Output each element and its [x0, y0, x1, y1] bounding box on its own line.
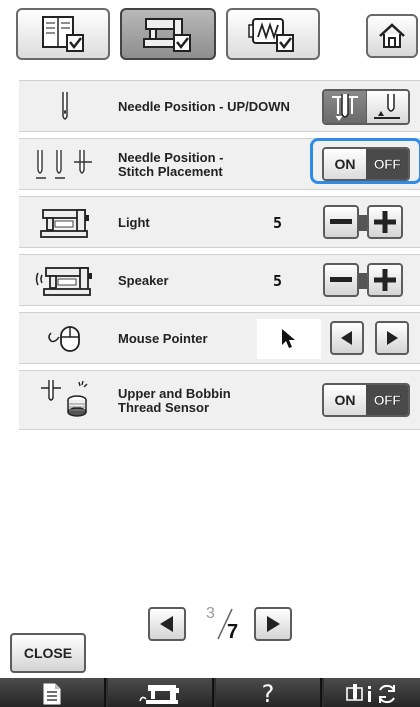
setting-label: Needle Position - Stitch Placement	[118, 150, 224, 179]
page-navigator: 3 7	[148, 603, 296, 645]
machine-icon	[139, 684, 179, 704]
toggle-off[interactable]: OFF	[366, 385, 408, 415]
needle-mode-icon	[346, 683, 395, 704]
needle-down-icon	[331, 94, 358, 121]
tab-machine-settings[interactable]	[120, 8, 216, 60]
needle-up-down-selector[interactable]	[322, 89, 410, 125]
selection-highlight	[310, 138, 420, 184]
tab-general-settings[interactable]	[16, 8, 110, 60]
needle-up-option[interactable]	[365, 91, 408, 123]
home-icon	[379, 23, 405, 48]
minus-icon	[330, 277, 352, 282]
setting-row-thread-sensor: Upper and Bobbin Thread Sensor ON OFF	[19, 370, 420, 430]
setting-row-speaker: Speaker 5	[19, 254, 420, 306]
sewing-machine-settings-icon	[143, 18, 191, 52]
bottom-help-button[interactable]: ?	[216, 678, 322, 707]
needle-down-option[interactable]	[324, 91, 366, 123]
stepper-divider	[359, 273, 367, 289]
pointer-preview	[257, 319, 321, 359]
thread-sensor-icon	[25, 377, 105, 421]
tab-embroidery-settings[interactable]	[226, 8, 320, 60]
setting-row-mouse-pointer: Mouse Pointer	[19, 312, 420, 364]
setting-label: Light	[118, 215, 150, 230]
prev-page-button[interactable]	[148, 607, 186, 641]
left-triangle-icon	[160, 616, 173, 632]
speaker-increase-button[interactable]	[367, 263, 403, 297]
mouse-icon	[25, 317, 105, 361]
help-question-mark: ?	[261, 680, 275, 707]
bottom-machine-help-button[interactable]	[108, 678, 214, 707]
light-level-value: 5	[273, 214, 283, 232]
arrow-pointer-icon	[282, 329, 295, 348]
setting-row-light: Light 5	[19, 196, 420, 248]
close-button[interactable]: CLOSE	[10, 633, 86, 673]
top-tab-bar	[0, 0, 420, 72]
light-increase-button[interactable]	[367, 205, 403, 239]
setting-row-needle-up-down: Needle Position - UP/DOWN	[19, 80, 420, 132]
total-pages: 7	[227, 621, 239, 643]
home-button[interactable]	[366, 14, 418, 58]
setting-label: Needle Position - UP/DOWN	[118, 99, 290, 114]
left-triangle-icon	[341, 331, 352, 345]
plus-icon	[374, 211, 396, 233]
stitch-placement-icon	[25, 143, 105, 187]
setting-label: Upper and Bobbin Thread Sensor	[118, 386, 231, 415]
needle-icon	[25, 85, 105, 129]
right-triangle-icon	[267, 616, 280, 632]
toggle-on[interactable]: ON	[324, 385, 366, 415]
next-page-button[interactable]	[254, 607, 292, 641]
speaker-icon	[25, 259, 105, 303]
bottom-needle-mode-button[interactable]	[324, 678, 420, 707]
embroidery-frame-icon	[248, 18, 294, 52]
setting-label: Mouse Pointer	[118, 331, 208, 346]
document-icon	[43, 683, 61, 705]
pointer-prev-button[interactable]	[330, 321, 364, 355]
minus-icon	[330, 219, 352, 224]
bottom-settings-button[interactable]	[0, 678, 106, 707]
plus-icon	[374, 269, 396, 291]
settings-page-icon	[42, 16, 84, 52]
bottom-bar: ?	[0, 678, 420, 707]
pointer-next-button[interactable]	[375, 321, 409, 355]
thread-sensor-toggle[interactable]: ON OFF	[322, 383, 410, 417]
light-decrease-button[interactable]	[323, 205, 359, 239]
speaker-decrease-button[interactable]	[323, 263, 359, 297]
speaker-level-value: 5	[273, 272, 283, 290]
machine-light-icon	[25, 201, 105, 245]
setting-label: Speaker	[118, 273, 169, 288]
page-indicator: 3 7	[200, 605, 244, 645]
needle-up-icon	[374, 94, 401, 119]
right-triangle-icon	[387, 331, 398, 345]
stepper-divider	[359, 215, 367, 231]
